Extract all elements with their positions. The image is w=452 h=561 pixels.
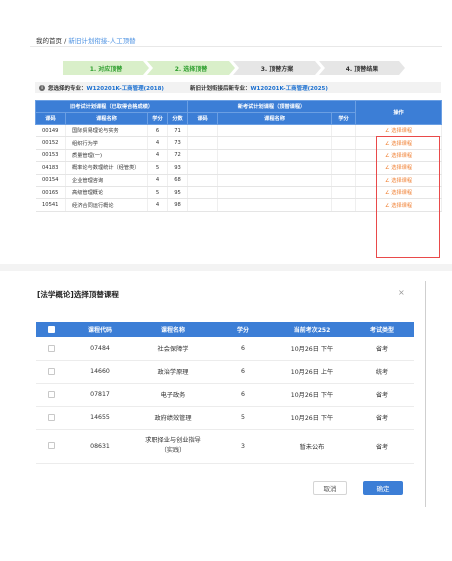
new-major-label: 新旧计划衔接后新专业： — [189, 85, 251, 92]
confirm-button[interactable]: 确定 — [363, 481, 403, 495]
table-row: 07484 社会保障学 6 10月26日 下午 省考 — [36, 337, 414, 361]
col-code: 课码 — [35, 112, 66, 125]
select-course-link[interactable]: ∠ 选择课程 — [355, 161, 443, 175]
breadcrumb-current: 新旧计划衔接-人工顶替 — [68, 37, 136, 45]
modal-title: [法学概论]选择顶替课程 — [37, 290, 119, 299]
select-course-link[interactable]: ∠ 选择课程 — [355, 124, 443, 138]
action-header: 操作 — [355, 100, 443, 125]
selected-major-bar: i 您选择的专业： W120201K-工商管理(2018) 新旧计划衔接后新专业… — [35, 82, 441, 93]
select-course-link[interactable]: ∠ 选择课程 — [355, 174, 443, 187]
select-course-link[interactable]: ∠ 选择课程 — [355, 149, 443, 163]
cancel-button[interactable]: 取消 — [313, 481, 347, 495]
step-3: 3. 顶替方案 — [233, 61, 321, 75]
section-divider — [0, 264, 452, 271]
select-course-link[interactable]: ∠ 选择课程 — [355, 198, 443, 212]
step-4: 4. 顶替结果 — [319, 61, 405, 75]
old-plan-header: 旧考试计划课程（已取得合格成绩） — [34, 100, 189, 113]
replacement-course-table: 课程代码 课程名称 学分 当前考次252 考试类型 07484 社会保障学 6 … — [36, 322, 414, 464]
row-checkbox[interactable] — [36, 406, 66, 430]
col-course-name: 课程名称 — [134, 322, 212, 337]
table-row: 08631 求职择业与创业指导（实践） 3 暂未公布 省考 — [36, 429, 414, 464]
table-row: 00153 质量管理(一) 4 72 ∠ 选择课程 — [35, 149, 443, 163]
row-checkbox[interactable] — [36, 337, 66, 361]
new-major-value: W120201K-工商管理(2025) — [250, 85, 328, 92]
col-new-credit: 学分 — [331, 112, 357, 125]
row-checkbox[interactable] — [36, 429, 66, 464]
col-exam-type: 考试类型 — [350, 322, 414, 337]
table-row: 00149 国际贸易理论与实务 6 71 ∠ 选择课程 — [35, 124, 443, 138]
table-row: 10541 经济合同运行概论 4 98 ∠ 选择课程 — [35, 198, 443, 212]
breadcrumb-home[interactable]: 我的首页 — [36, 37, 62, 45]
col-score: 分数 — [166, 112, 189, 125]
col-course-code: 课程代码 — [66, 322, 134, 337]
table-row: 14660 政治学原理 6 10月26日 上午 统考 — [36, 360, 414, 384]
new-plan-header: 新考试计划课程（顶替课程） — [187, 100, 357, 113]
select-all-checkbox[interactable] — [36, 322, 66, 337]
table-row: 07817 电子政务 6 10月26日 下午 省考 — [36, 383, 414, 407]
col-credit: 学分 — [212, 322, 274, 337]
table-row: 00154 企业管理咨询 4 68 ∠ 选择课程 — [35, 174, 443, 187]
step-2: 2. 选择顶替 — [147, 61, 235, 75]
course-mapping-table: 旧考试计划课程（已取得合格成绩） 新考试计划课程（顶替课程） 操作 课码 课程名… — [34, 100, 443, 212]
close-icon[interactable]: × — [398, 288, 405, 297]
selected-major-label: 您选择的专业： — [48, 85, 87, 92]
table-row: 14655 政府绩效管理 5 10月26日 下午 省考 — [36, 406, 414, 430]
row-checkbox[interactable] — [36, 360, 66, 384]
breadcrumb-divider — [30, 46, 442, 47]
info-icon: i — [39, 84, 45, 91]
select-course-link[interactable]: ∠ 选择课程 — [355, 186, 443, 200]
modal-edge — [425, 281, 426, 507]
table-row: 04183 概率论与数理统计（经管类） 5 93 ∠ 选择课程 — [35, 161, 443, 175]
col-name: 课程名称 — [65, 112, 148, 125]
col-new-code: 课码 — [187, 112, 219, 125]
col-new-name: 课程名称 — [217, 112, 333, 125]
step-1: 1. 对应顶替 — [63, 61, 149, 75]
col-credit: 学分 — [147, 112, 168, 125]
breadcrumb: 我的首页 / 新旧计划衔接-人工顶替 — [36, 35, 136, 45]
step-progress: 1. 对应顶替 2. 选择顶替 3. 顶替方案 4. 顶替结果 — [63, 61, 405, 75]
table-row: 00152 组织行为学 4 73 ∠ 选择课程 — [35, 136, 443, 150]
row-checkbox[interactable] — [36, 383, 66, 407]
selected-major-value: W120201K-工商管理(2018) — [86, 85, 164, 92]
select-course-link[interactable]: ∠ 选择课程 — [355, 136, 443, 150]
table-row: 00165 高级管理概论 5 95 ∠ 选择课程 — [35, 186, 443, 200]
col-exam-slot: 当前考次252 — [274, 322, 350, 337]
